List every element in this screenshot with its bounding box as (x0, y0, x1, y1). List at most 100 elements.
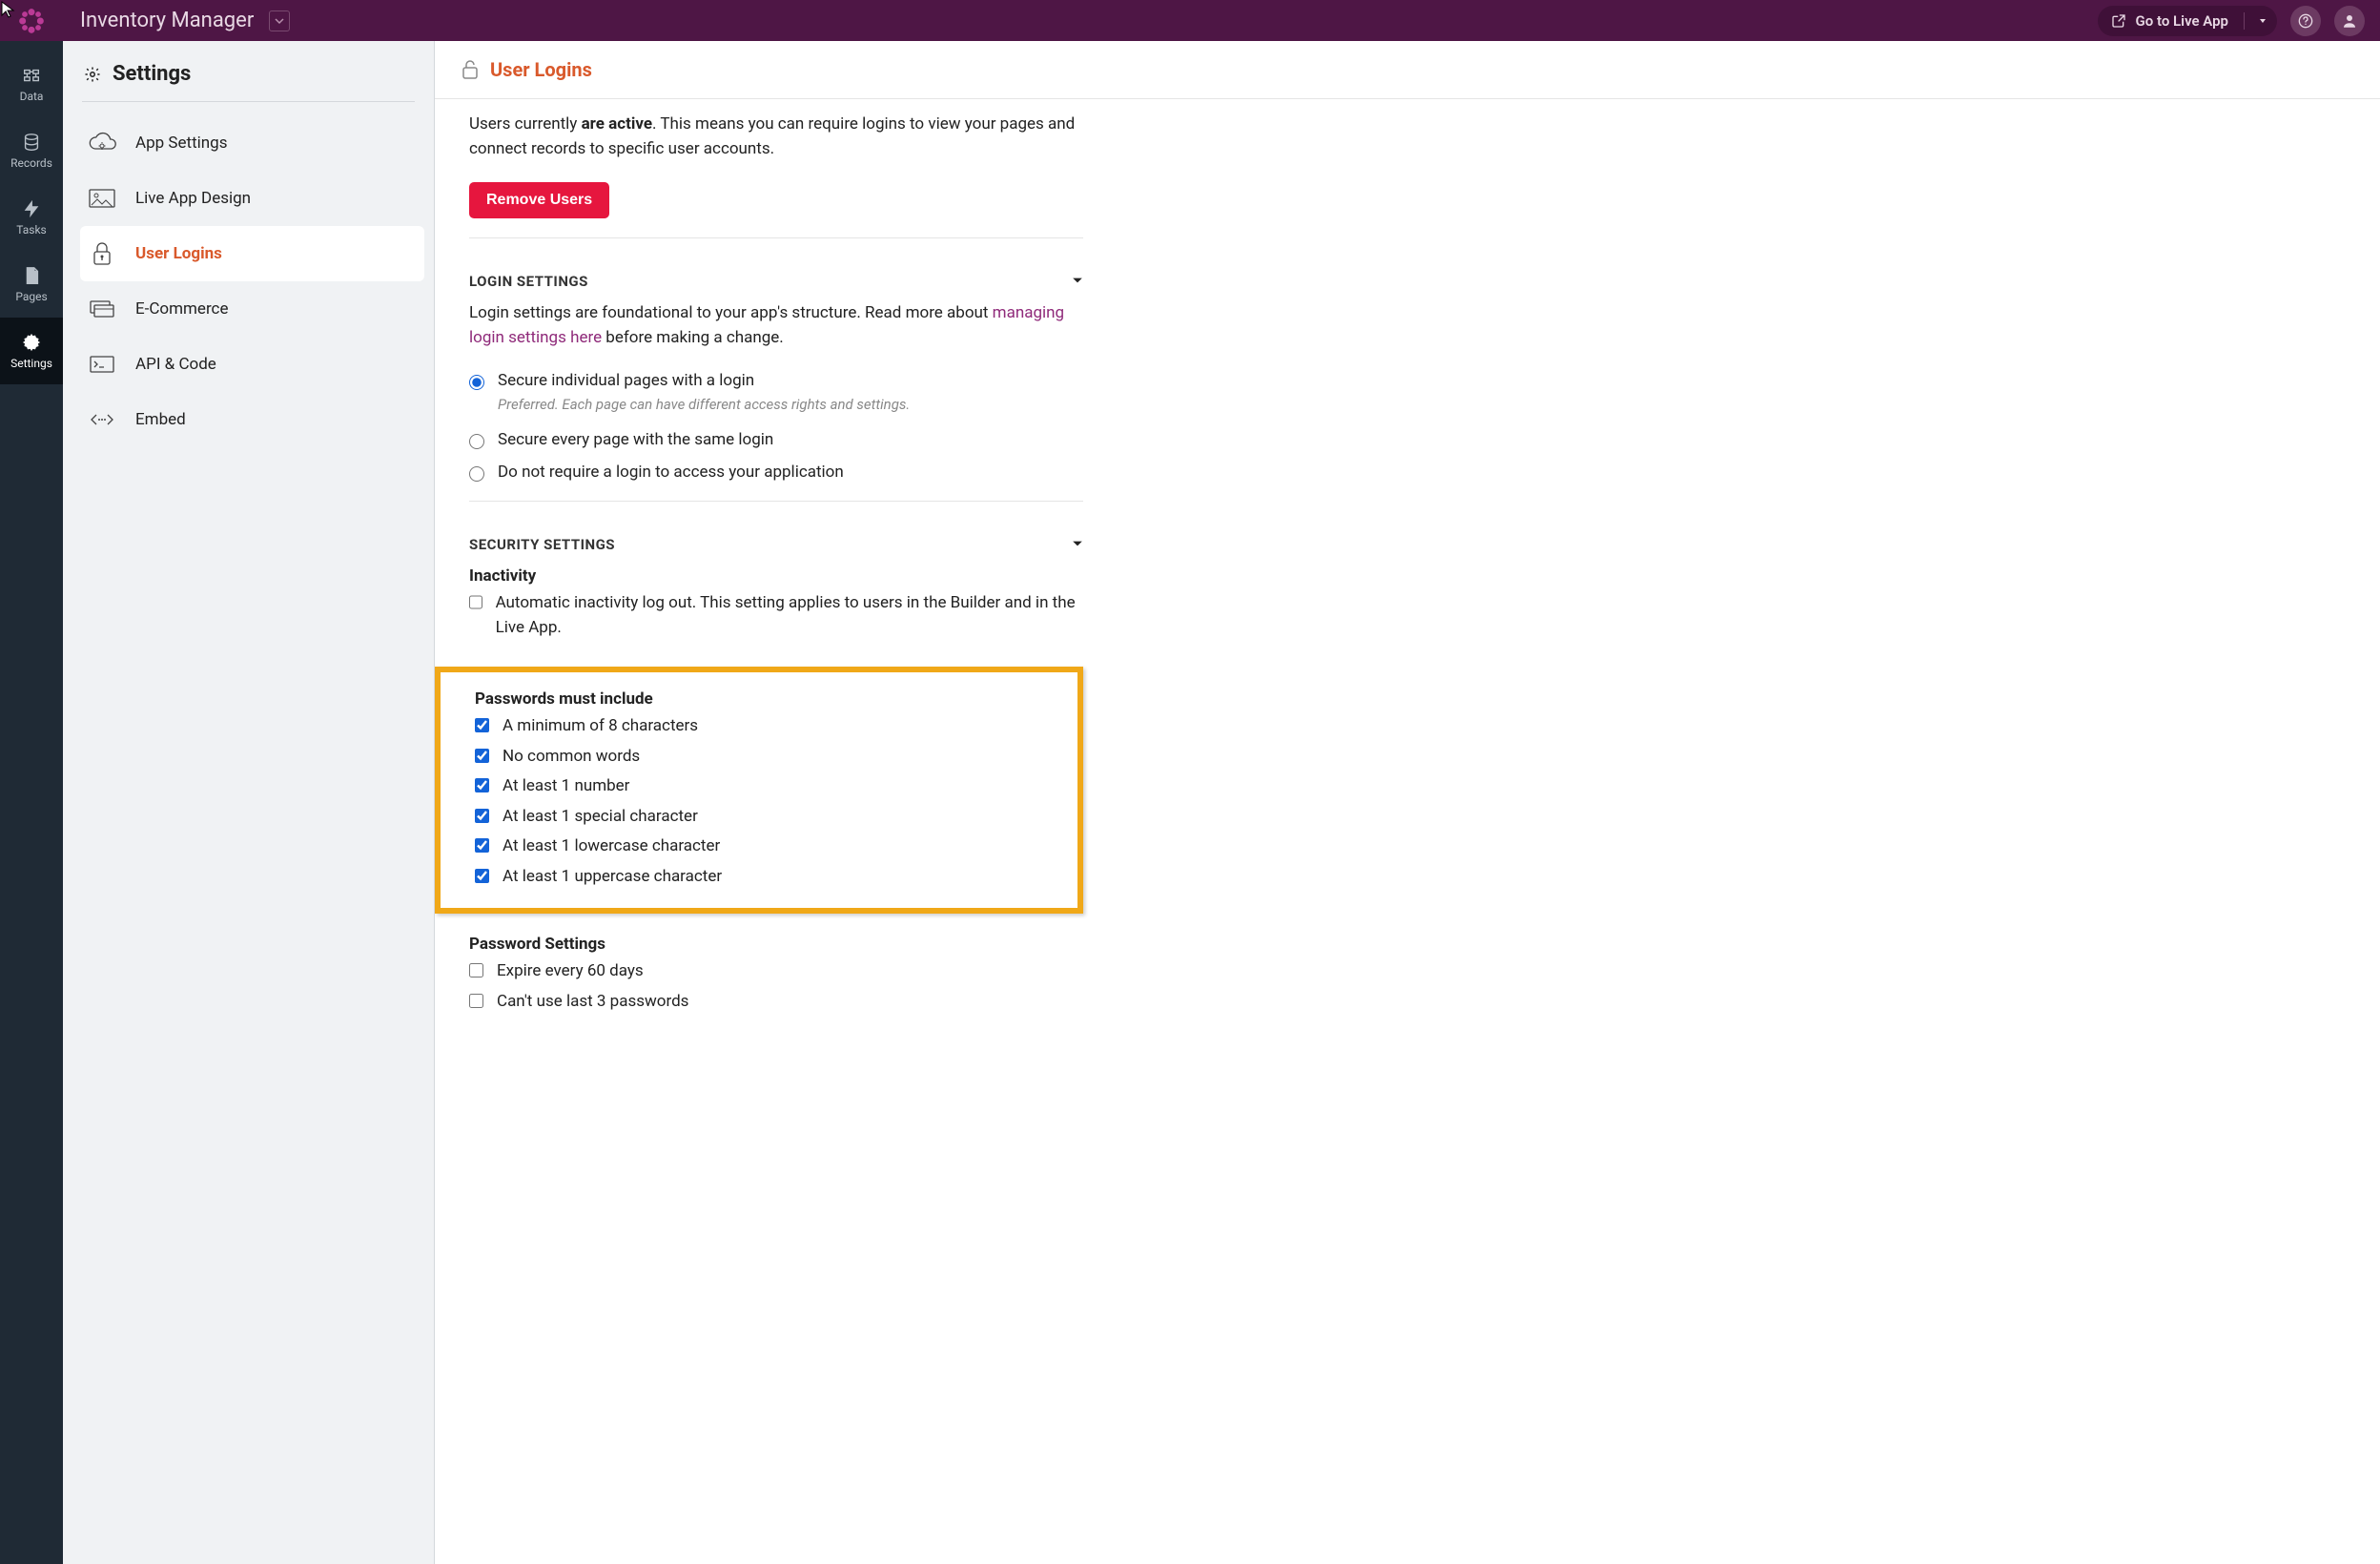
settings-item-api-code[interactable]: API & Code (80, 337, 424, 392)
check-label: At least 1 lowercase character (503, 834, 720, 859)
passwords-heading: Passwords must include (475, 689, 1058, 709)
settings-header: Settings (82, 60, 415, 102)
gear-icon (21, 332, 42, 353)
desc-pre: Login settings are foundational to your … (469, 303, 993, 322)
help-icon (2298, 13, 2313, 29)
terminal-icon (87, 353, 117, 376)
rail-item-settings[interactable]: Settings (0, 318, 63, 384)
pw-settings-heading: Password Settings (469, 935, 1083, 954)
check-label: No common words (503, 745, 640, 770)
check-label: Can't use last 3 passwords (497, 990, 688, 1015)
content-header: User Logins (435, 41, 2380, 99)
help-button[interactable] (2290, 6, 2321, 36)
settings-title: Settings (113, 62, 191, 86)
remove-users-button[interactable]: Remove Users (469, 182, 609, 218)
checkbox-input[interactable] (469, 595, 482, 609)
collapse-toggle[interactable] (1072, 273, 1083, 290)
rail-item-tasks[interactable]: Tasks (0, 184, 63, 251)
image-icon (87, 187, 117, 210)
settings-item-app-settings[interactable]: App Settings (80, 115, 424, 171)
settings-item-label: App Settings (135, 134, 227, 153)
radio-label: Secure every page with the same login (498, 430, 773, 449)
data-icon (21, 65, 42, 86)
go-to-live-app-button[interactable]: Go to Live App (2098, 6, 2277, 36)
checkbox-input[interactable] (475, 869, 489, 883)
collapse-toggle[interactable] (1072, 536, 1083, 553)
settings-item-user-logins[interactable]: User Logins (80, 226, 424, 281)
external-link-icon (2111, 13, 2126, 29)
settings-item-live-app-design[interactable]: Live App Design (80, 171, 424, 226)
section-title: SECURITY SETTINGS (469, 536, 615, 553)
gear-icon (84, 66, 101, 83)
go-live-label: Go to Live App (2136, 12, 2228, 30)
records-icon (21, 132, 42, 153)
checkbox-input[interactable] (469, 963, 483, 978)
content-area: User Logins Users currently are active. … (435, 41, 2380, 1564)
rail-item-data[interactable]: Data (0, 51, 63, 117)
passwords-highlight-box: Passwords must include A minimum of 8 ch… (435, 667, 1083, 914)
inactivity-checkbox-row[interactable]: Automatic inactivity log out. This setti… (469, 591, 1083, 640)
checkbox-input[interactable] (475, 778, 489, 792)
pw-rule-no-common[interactable]: No common words (475, 745, 1058, 770)
radio-hint: Preferred. Each page can have different … (498, 396, 1083, 413)
section-title: LOGIN SETTINGS (469, 273, 588, 290)
radio-input[interactable] (469, 375, 484, 390)
pages-icon (21, 265, 42, 286)
settings-item-label: Embed (135, 410, 186, 429)
radio-secure-every[interactable]: Secure every page with the same login (469, 430, 1083, 449)
settings-item-embed[interactable]: Embed (80, 392, 424, 447)
lock-open-icon (462, 60, 479, 79)
checkbox-input[interactable] (469, 994, 483, 1008)
account-button[interactable] (2334, 6, 2365, 36)
cursor-pointer-icon (0, 0, 19, 19)
login-mode-radio-group: Secure individual pages with a login Pre… (469, 371, 1083, 482)
security-settings-section-bar[interactable]: SECURITY SETTINGS (469, 501, 1083, 553)
check-label: A minimum of 8 characters (503, 714, 698, 739)
caret-down-icon (1072, 275, 1083, 286)
app-title: Inventory Manager (63, 9, 254, 32)
pw-expire-row[interactable]: Expire every 60 days (469, 959, 1083, 984)
radio-input[interactable] (469, 466, 484, 482)
pw-history-row[interactable]: Can't use last 3 passwords (469, 990, 1083, 1015)
tasks-icon (21, 198, 42, 219)
pw-rule-number[interactable]: At least 1 number (475, 774, 1058, 799)
left-rail: Data Records Tasks Pages Settings (0, 41, 63, 1564)
chevron-down-icon (275, 16, 284, 26)
login-settings-section-bar[interactable]: LOGIN SETTINGS (469, 237, 1083, 290)
app-dropdown[interactable] (269, 10, 290, 31)
cloud-gear-icon (87, 132, 117, 154)
rail-item-pages[interactable]: Pages (0, 251, 63, 318)
checkbox-input[interactable] (475, 809, 489, 823)
embed-icon (87, 408, 117, 431)
caret-down-icon (2258, 16, 2267, 26)
check-label: At least 1 number (503, 774, 629, 799)
topbar: Inventory Manager Go to Live App (0, 0, 2380, 41)
radio-no-login[interactable]: Do not require a login to access your ap… (469, 463, 1083, 482)
settings-item-label: Live App Design (135, 189, 251, 208)
caret-down-icon (1072, 538, 1083, 549)
checkbox-input[interactable] (475, 749, 489, 763)
rail-item-records[interactable]: Records (0, 117, 63, 184)
settings-item-ecommerce[interactable]: E-Commerce (80, 281, 424, 337)
rail-label: Pages (15, 290, 47, 303)
intro-pre: Users currently (469, 114, 582, 134)
settings-panel: Settings App Settings Live App Design Us… (63, 41, 435, 1564)
rail-label: Records (10, 156, 52, 170)
pw-rule-uppercase[interactable]: At least 1 uppercase character (475, 865, 1058, 890)
pw-rule-lowercase[interactable]: At least 1 lowercase character (475, 834, 1058, 859)
desc-post: before making a change. (602, 328, 784, 347)
intro-bold: are active (582, 114, 652, 134)
go-live-caret[interactable] (2254, 16, 2271, 26)
settings-item-label: API & Code (135, 355, 216, 374)
cards-icon (87, 298, 117, 320)
lock-icon (87, 240, 117, 267)
pw-rule-min8[interactable]: A minimum of 8 characters (475, 714, 1058, 739)
checkbox-input[interactable] (475, 838, 489, 853)
pw-rule-special[interactable]: At least 1 special character (475, 805, 1058, 830)
checkbox-input[interactable] (475, 718, 489, 732)
intro-text: Users currently are active. This means y… (469, 113, 1083, 161)
radio-input[interactable] (469, 434, 484, 449)
radio-secure-individual[interactable]: Secure individual pages with a login (469, 371, 1083, 390)
login-settings-desc: Login settings are foundational to your … (469, 301, 1083, 350)
radio-label: Do not require a login to access your ap… (498, 463, 844, 482)
